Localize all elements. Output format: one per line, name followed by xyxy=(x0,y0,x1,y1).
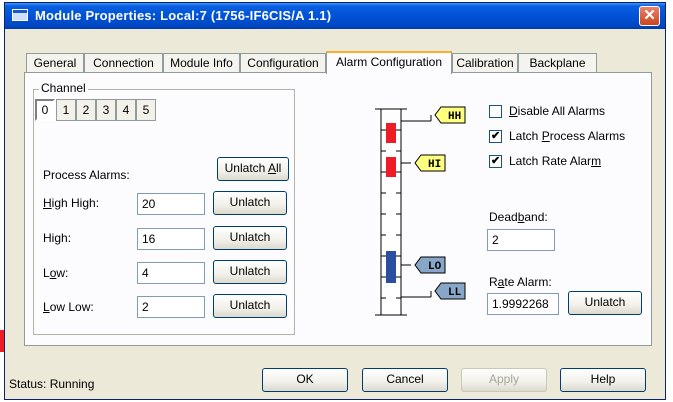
hh-tag-label: HH xyxy=(448,111,461,123)
hi-red-bar xyxy=(386,157,396,177)
ll-tag-label: LL xyxy=(448,287,462,299)
tab-module-info[interactable]: Module Info xyxy=(163,53,240,73)
unlatch-high-high-button[interactable]: Unlatch xyxy=(213,191,287,215)
low-field[interactable]: 4 xyxy=(137,262,205,284)
lo-blue-bar xyxy=(386,251,396,283)
channel-tab-4[interactable]: 4 xyxy=(116,99,136,121)
tab-configuration[interactable]: Configuration xyxy=(240,53,326,73)
check-mark-icon: ✔ xyxy=(491,155,501,167)
channel-tab-3[interactable]: 3 xyxy=(96,99,116,121)
high-high-label: High High: xyxy=(43,196,100,210)
alarm-level-meter: HH HI LO LL xyxy=(375,106,466,316)
high-field[interactable]: 16 xyxy=(137,228,205,250)
low-label: Low: xyxy=(43,266,69,280)
check-mark-icon: ✔ xyxy=(491,130,501,142)
rate-alarm-field[interactable]: 1.9992268 xyxy=(487,293,559,315)
help-button[interactable]: Help xyxy=(560,368,646,392)
deadband-field[interactable]: 2 xyxy=(487,229,555,251)
process-alarms-heading: Process Alarms: xyxy=(43,168,130,182)
latch-rate-alarm-checkbox[interactable]: ✔ xyxy=(489,155,502,168)
rate-alarm-label: Rate Alarm: xyxy=(489,275,552,289)
low-low-field[interactable]: 2 xyxy=(137,296,205,318)
high-label: High: xyxy=(43,231,72,245)
cancel-button[interactable]: Cancel xyxy=(362,368,448,392)
apply-button[interactable]: Apply xyxy=(461,368,547,392)
unlatch-low-low-button[interactable]: Unlatch xyxy=(213,294,287,318)
window-app-icon xyxy=(12,9,28,21)
tab-backplane[interactable]: Backplane xyxy=(518,53,597,73)
module-properties-dialog: Module Properties: Local:7 (1756-IF6CIS/… xyxy=(4,2,666,400)
low-low-label: Low Low: xyxy=(43,300,94,314)
lo-tag-label: LO xyxy=(428,261,442,273)
latch-process-alarms-checkbox[interactable]: ✔ xyxy=(489,130,502,143)
tab-calibration[interactable]: Calibration xyxy=(452,53,518,73)
deadband-label: Deadband: xyxy=(489,210,548,224)
channel-legend: Channel xyxy=(39,81,88,95)
window-title: Module Properties: Local:7 (1756-IF6CIS/… xyxy=(35,8,332,23)
unlatch-rate-alarm-button[interactable]: Unlatch xyxy=(568,291,642,315)
unlatch-all-button[interactable]: Unlatch All xyxy=(217,157,289,181)
alarm-configuration-panel: Channel 0 1 2 3 4 5 Process Alarms: Unla… xyxy=(24,72,652,346)
high-high-field[interactable]: 20 xyxy=(137,193,205,215)
channel-tab-2[interactable]: 2 xyxy=(76,99,96,121)
hi-tag-label: HI xyxy=(428,159,441,171)
unlatch-low-button[interactable]: Unlatch xyxy=(213,260,287,284)
title-bar[interactable]: Module Properties: Local:7 (1756-IF6CIS/… xyxy=(5,3,665,29)
channel-tab-1[interactable]: 1 xyxy=(56,99,76,121)
ok-button[interactable]: OK xyxy=(262,368,348,392)
tab-connection[interactable]: Connection xyxy=(84,53,163,73)
unlatch-high-button[interactable]: Unlatch xyxy=(213,226,287,250)
latch-process-alarms-label[interactable]: Latch Process Alarms xyxy=(509,129,625,143)
close-button[interactable]: ✕ xyxy=(639,6,660,26)
status-label: Status: Running xyxy=(9,377,95,391)
latch-rate-alarm-label[interactable]: Latch Rate Alarm xyxy=(509,154,601,168)
disable-all-alarms-checkbox[interactable] xyxy=(489,105,502,118)
disable-all-alarms-label[interactable]: Disable All Alarms xyxy=(509,104,605,118)
tab-general[interactable]: General xyxy=(26,53,84,73)
channel-tab-5[interactable]: 5 xyxy=(136,99,156,121)
channel-tab-0[interactable]: 0 xyxy=(35,99,55,121)
tab-alarm-configuration[interactable]: Alarm Configuration xyxy=(326,51,452,74)
hh-red-bar xyxy=(386,123,396,143)
